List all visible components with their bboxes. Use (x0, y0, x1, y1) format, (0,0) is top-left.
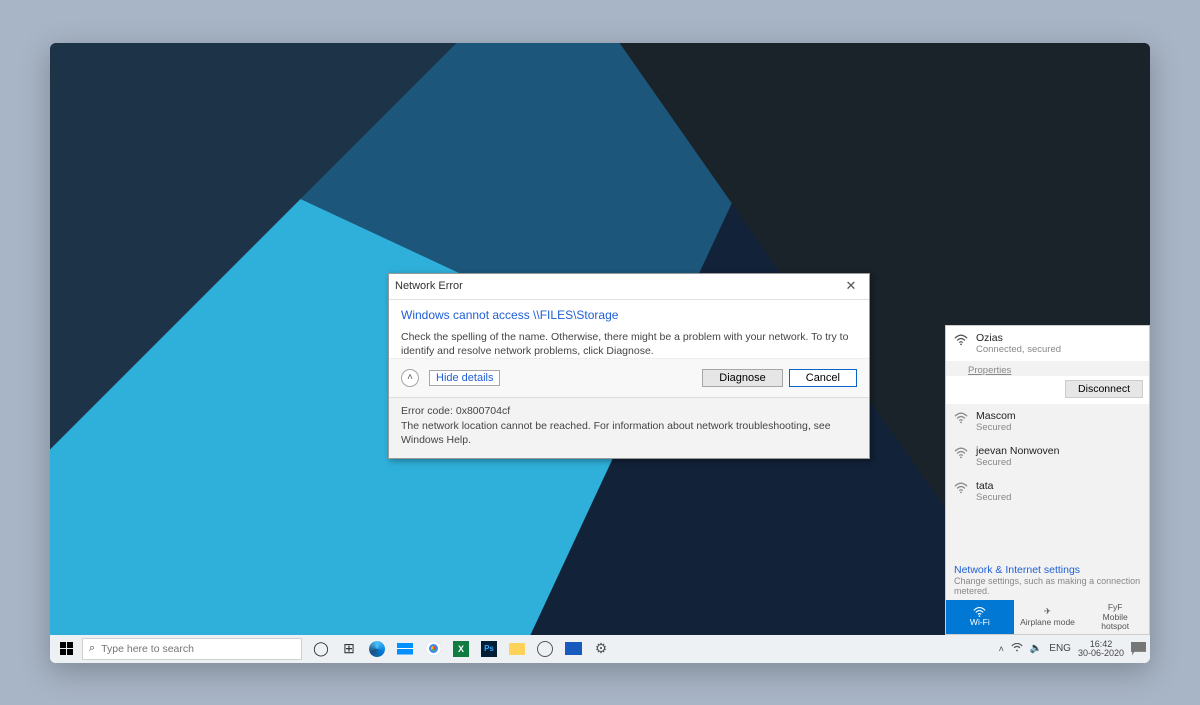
airplane-icon: ✈ (1044, 606, 1051, 617)
wifi-properties-link[interactable]: Properties (968, 365, 1149, 376)
hide-details-toggle[interactable]: Hide details (429, 370, 500, 386)
wifi-name: jeevan Nonwoven (976, 445, 1059, 457)
cancel-button[interactable]: Cancel (789, 369, 857, 387)
wifi-connected-item[interactable]: Ozias Connected, secured (946, 326, 1149, 361)
quick-wifi-toggle[interactable]: Wi-Fi (946, 600, 1014, 634)
photoshop-icon[interactable]: Ps (480, 640, 498, 658)
quick-actions-row: Wi-Fi ✈ Airplane mode FyF Mobile hotspot (946, 600, 1149, 634)
screenshot-frame: Network Error ✕ Windows cannot access \\… (50, 43, 1150, 663)
wifi-item[interactable]: tata Secured (946, 474, 1149, 509)
tray-date: 30-06-2020 (1078, 649, 1124, 658)
taskbar-pinned-apps: ◯ ⊞ X Ps ⚙ (312, 640, 610, 658)
wifi-icon (954, 447, 968, 459)
taskview-icon[interactable]: ⊞ (340, 640, 358, 658)
tray-chevron-icon[interactable]: ˄ (999, 644, 1004, 654)
wifi-status: Connected, secured (976, 344, 1061, 355)
disconnect-row: Disconnect (946, 376, 1149, 404)
footer-title: Network & Internet settings (946, 560, 1149, 576)
explorer-icon[interactable] (508, 640, 526, 658)
tray-sound-icon[interactable]: 🔈 (1030, 643, 1042, 654)
app-icon[interactable] (536, 640, 554, 658)
wifi-status: Secured (976, 457, 1059, 468)
search-input[interactable] (101, 643, 295, 655)
error-details-text: The network location cannot be reached. … (401, 419, 857, 448)
wifi-icon (954, 482, 968, 494)
wifi-item[interactable]: Mascom Secured (946, 404, 1149, 439)
network-flyout: Ozias Connected, secured Properties Disc… (945, 325, 1150, 635)
edge-icon[interactable] (368, 640, 386, 658)
wifi-item[interactable]: jeevan Nonwoven Secured (946, 439, 1149, 474)
chevron-up-icon[interactable]: ˄ (401, 369, 419, 387)
dialog-title: Network Error (395, 280, 839, 292)
quick-wifi-label: Wi-Fi (970, 618, 990, 627)
system-tray: ˄ 🔈 ENG 16:42 30-06-2020 (999, 640, 1146, 658)
mail-icon[interactable] (396, 640, 414, 658)
footer-subtitle: Change settings, such as making a connec… (946, 576, 1149, 600)
excel-icon[interactable]: X (452, 640, 470, 658)
dialog-description: Check the spelling of the name. Otherwis… (401, 330, 857, 358)
wifi-icon (954, 334, 968, 346)
quick-hotspot-l2: Mobile (1103, 613, 1128, 622)
quick-airplane-label: Airplane mode (1020, 618, 1075, 627)
cortana-icon[interactable]: ◯ (312, 640, 330, 658)
wifi-name: tata (976, 480, 1011, 492)
action-center-icon[interactable] (1131, 642, 1146, 656)
network-error-dialog: Network Error ✕ Windows cannot access \\… (388, 273, 870, 459)
windows-icon (60, 642, 73, 655)
start-button[interactable] (54, 637, 78, 661)
quick-hotspot-l1: FyF (1108, 603, 1123, 612)
taskbar: ⌕ ◯ ⊞ X Ps ⚙ ˄ 🔈 ENG 16:42 30-0 (50, 635, 1150, 663)
error-code: Error code: 0x800704cf (401, 404, 857, 419)
wifi-icon (954, 412, 968, 424)
search-box[interactable]: ⌕ (82, 638, 302, 660)
dialog-heading: Windows cannot access \\FILES\Storage (401, 308, 857, 322)
dialog-details: Error code: 0x800704cf The network locat… (389, 397, 869, 458)
chrome-icon[interactable] (424, 640, 442, 658)
search-icon: ⌕ (89, 642, 95, 655)
quick-hotspot-toggle[interactable]: FyF Mobile hotspot (1081, 600, 1149, 634)
wifi-available-list: Mascom Secured jeevan Nonwoven Secured (946, 404, 1149, 560)
wifi-name: Mascom (976, 410, 1016, 422)
wifi-status: Secured (976, 492, 1011, 503)
tray-clock[interactable]: 16:42 30-06-2020 (1078, 640, 1124, 658)
settings-icon[interactable]: ⚙ (592, 640, 610, 658)
tray-wifi-icon[interactable] (1011, 643, 1023, 655)
close-icon[interactable]: ✕ (839, 276, 863, 296)
disconnect-button[interactable]: Disconnect (1065, 380, 1143, 398)
network-settings-footer[interactable]: Network & Internet settings Change setti… (946, 560, 1149, 600)
wifi-status: Secured (976, 422, 1016, 433)
dialog-body: Windows cannot access \\FILES\Storage Ch… (389, 300, 869, 358)
diagnose-button[interactable]: Diagnose (702, 369, 782, 387)
quick-hotspot-l3: hotspot (1101, 622, 1129, 631)
quick-airplane-toggle[interactable]: ✈ Airplane mode (1014, 600, 1082, 634)
tray-language[interactable]: ENG (1049, 643, 1071, 654)
wifi-name: Ozias (976, 332, 1061, 344)
word-icon[interactable] (564, 640, 582, 658)
dialog-button-row: ˄ Hide details Diagnose Cancel (389, 358, 869, 397)
dialog-titlebar[interactable]: Network Error ✕ (389, 274, 869, 300)
